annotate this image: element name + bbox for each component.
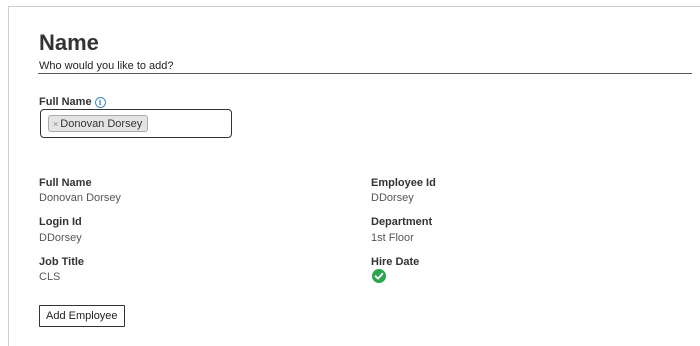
section-subtitle: Who would you like to add? bbox=[39, 60, 174, 72]
full-name-detail-value: Donovan Dorsey bbox=[39, 192, 121, 204]
job-title-value: CLS bbox=[39, 271, 61, 283]
full-name-input[interactable]: × Donovan Dorsey bbox=[40, 109, 232, 138]
check-circle-icon bbox=[372, 269, 386, 283]
full-name-detail-label: Full Name bbox=[39, 177, 92, 189]
employee-id-value: DDorsey bbox=[371, 192, 414, 204]
section-divider bbox=[38, 73, 692, 74]
add-employee-button[interactable]: Add Employee bbox=[39, 305, 125, 327]
full-name-label-text: Full Name bbox=[39, 96, 92, 108]
section-title: Name bbox=[39, 30, 99, 55]
department-value: 1st Floor bbox=[371, 232, 414, 244]
department-label: Department bbox=[371, 216, 433, 228]
employee-id-label: Employee Id bbox=[371, 177, 436, 189]
selected-person-token: × Donovan Dorsey bbox=[48, 115, 149, 132]
token-remove-icon[interactable]: × bbox=[53, 119, 58, 129]
login-id-label: Login Id bbox=[39, 216, 82, 228]
job-title-label: Job Title bbox=[39, 256, 85, 268]
login-id-value: DDorsey bbox=[39, 232, 82, 244]
info-icon[interactable]: i bbox=[94, 97, 106, 108]
full-name-field-label: Full Name i bbox=[39, 95, 106, 109]
form-panel bbox=[8, 6, 700, 346]
check-mark-svg bbox=[374, 272, 384, 280]
hire-date-label: Hire Date bbox=[371, 256, 420, 268]
token-text: Donovan Dorsey bbox=[60, 118, 143, 130]
